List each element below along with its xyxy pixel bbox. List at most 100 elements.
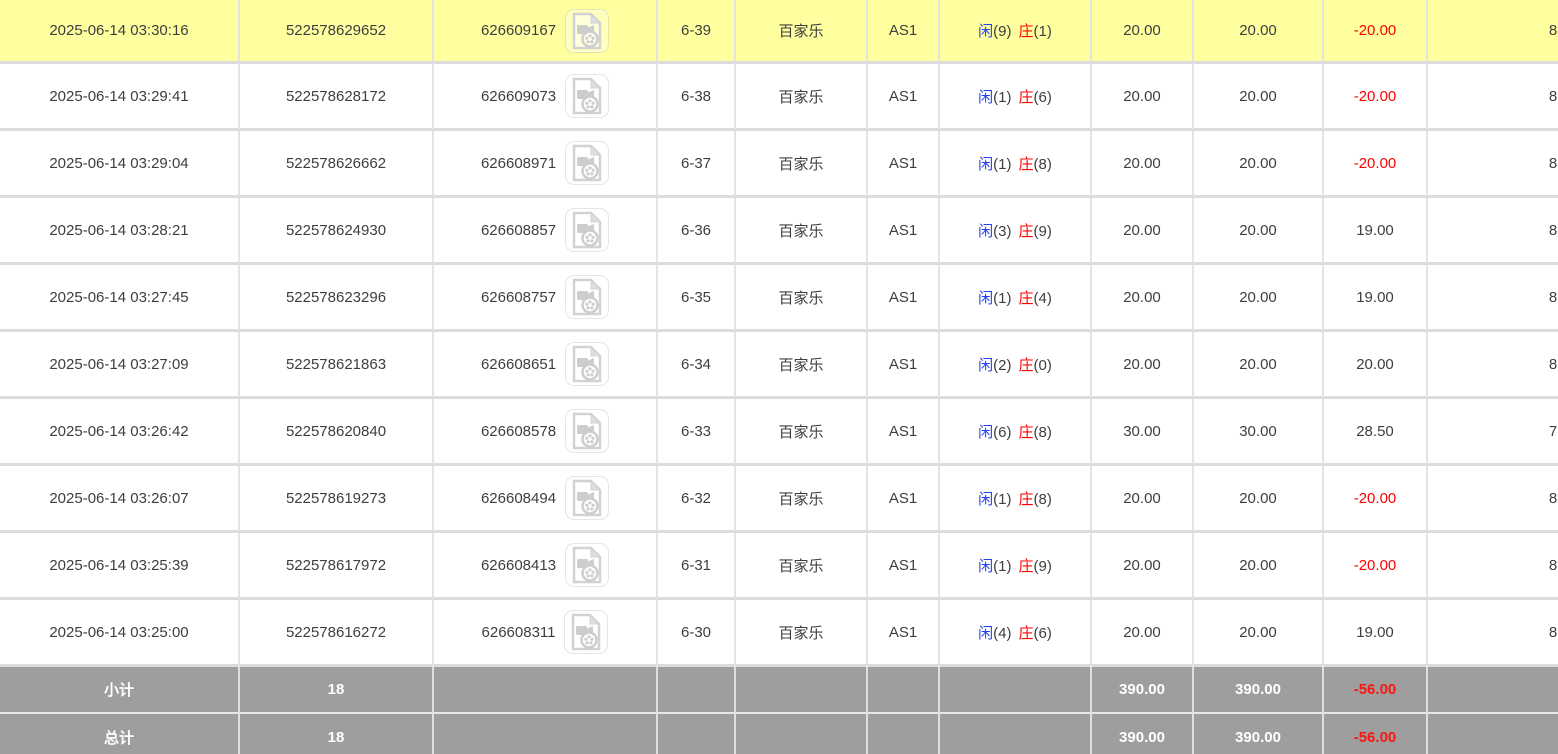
table-row[interactable]: 2025-06-14 03:26:07 522578619273 6266084… — [0, 466, 1558, 533]
bet-amount: 20.00 — [1092, 131, 1194, 198]
balance-partial: 8 — [1428, 466, 1558, 533]
game-type: 百家乐 — [736, 533, 868, 600]
bet-amount: 30.00 — [1092, 399, 1194, 466]
game-id: 626608413 — [481, 557, 556, 574]
win-loss: -20.00 — [1324, 0, 1428, 64]
valid-amount: 20.00 — [1194, 332, 1324, 399]
summary-empty-cell — [868, 714, 940, 754]
game-result: 闲(1)庄(9) — [940, 533, 1092, 600]
table-row[interactable]: 2025-06-14 03:27:09 522578621863 6266086… — [0, 332, 1558, 399]
bet-amount: 20.00 — [1092, 0, 1194, 64]
summary-bet-count: 18 — [240, 714, 434, 754]
win-loss: -20.00 — [1324, 533, 1428, 600]
game-id-cell: 626609167 — [434, 0, 658, 64]
valid-amount: 20.00 — [1194, 466, 1324, 533]
video-replay-button[interactable] — [564, 610, 608, 654]
bet-time: 2025-06-14 03:29:04 — [0, 131, 240, 198]
win-loss: 28.50 — [1324, 399, 1428, 466]
round-number: 6-31 — [658, 533, 736, 600]
table-row[interactable]: 2025-06-14 03:27:45 522578623296 6266087… — [0, 265, 1558, 332]
video-replay-button[interactable] — [565, 342, 609, 386]
bet-time: 2025-06-14 03:30:16 — [0, 0, 240, 64]
video-replay-button[interactable] — [565, 275, 609, 319]
banker-score: (0) — [1034, 357, 1052, 374]
table-row[interactable]: 2025-06-14 03:29:04 522578626662 6266089… — [0, 131, 1558, 198]
game-id-cell: 626608757 — [434, 265, 658, 332]
video-file-icon — [570, 412, 604, 450]
table-row[interactable]: 2025-06-14 03:25:39 522578617972 6266084… — [0, 533, 1558, 600]
game-result: 闲(2)庄(0) — [940, 332, 1092, 399]
table-row[interactable]: 2025-06-14 03:25:00 522578616272 6266083… — [0, 600, 1558, 667]
round-number: 6-36 — [658, 198, 736, 265]
video-replay-button[interactable] — [565, 543, 609, 587]
bet-history-table: 2025-06-14 03:30:16 522578629652 6266091… — [0, 0, 1558, 754]
game-type: 百家乐 — [736, 131, 868, 198]
video-file-icon — [570, 77, 604, 115]
summary-label: 小计 — [0, 667, 240, 714]
player-label: 闲 — [978, 156, 993, 173]
video-replay-button[interactable] — [565, 208, 609, 252]
summary-bet-count: 18 — [240, 667, 434, 714]
bet-amount: 20.00 — [1092, 600, 1194, 667]
game-id-cell: 626608413 — [434, 533, 658, 600]
bet-id: 522578629652 — [240, 0, 434, 64]
player-label: 闲 — [978, 357, 993, 374]
banker-label: 庄 — [1019, 23, 1034, 40]
table-code: AS1 — [868, 265, 940, 332]
banker-label: 庄 — [1019, 223, 1034, 240]
player-label: 闲 — [978, 23, 993, 40]
game-id-cell: 626608971 — [434, 131, 658, 198]
bet-id: 522578628172 — [240, 64, 434, 131]
player-score: (1) — [993, 558, 1011, 575]
balance-partial: 8 — [1428, 600, 1558, 667]
summary-win-loss: -56.00 — [1324, 667, 1428, 714]
win-loss: 20.00 — [1324, 332, 1428, 399]
round-number: 6-32 — [658, 466, 736, 533]
player-label: 闲 — [978, 625, 993, 642]
bet-id: 522578623296 — [240, 265, 434, 332]
video-replay-button[interactable] — [565, 409, 609, 453]
balance-partial: 8 — [1428, 533, 1558, 600]
video-replay-button[interactable] — [565, 9, 609, 53]
game-id: 626608971 — [481, 155, 556, 172]
game-result: 闲(9)庄(1) — [940, 0, 1092, 64]
game-id: 626608651 — [481, 356, 556, 373]
game-result: 闲(1)庄(6) — [940, 64, 1092, 131]
game-type: 百家乐 — [736, 332, 868, 399]
game-type: 百家乐 — [736, 466, 868, 533]
bet-id: 522578626662 — [240, 131, 434, 198]
subtotal-row: 小计 18 390.00 390.00 -56.00 — [0, 667, 1558, 714]
player-label: 闲 — [978, 558, 993, 575]
round-number: 6-33 — [658, 399, 736, 466]
table-row[interactable]: 2025-06-14 03:28:21 522578624930 6266088… — [0, 198, 1558, 265]
valid-amount: 20.00 — [1194, 198, 1324, 265]
player-score: (9) — [993, 23, 1011, 40]
valid-amount: 20.00 — [1194, 533, 1324, 600]
game-id-cell: 626608494 — [434, 466, 658, 533]
table-row[interactable]: 2025-06-14 03:30:16 522578629652 6266091… — [0, 0, 1558, 64]
game-id-cell: 626608578 — [434, 399, 658, 466]
game-type: 百家乐 — [736, 0, 868, 64]
player-label: 闲 — [978, 290, 993, 307]
video-replay-button[interactable] — [565, 476, 609, 520]
summary-empty-cell — [658, 667, 736, 714]
bet-amount: 20.00 — [1092, 265, 1194, 332]
win-loss: 19.00 — [1324, 198, 1428, 265]
table-row[interactable]: 2025-06-14 03:26:42 522578620840 6266085… — [0, 399, 1558, 466]
game-id: 626608494 — [481, 490, 556, 507]
player-score: (2) — [993, 357, 1011, 374]
balance-partial: 8 — [1428, 0, 1558, 64]
video-replay-button[interactable] — [565, 74, 609, 118]
game-id: 626609167 — [481, 22, 556, 39]
player-score: (1) — [993, 290, 1011, 307]
banker-label: 庄 — [1019, 558, 1034, 575]
table-row[interactable]: 2025-06-14 03:29:41 522578628172 6266090… — [0, 64, 1558, 131]
round-number: 6-37 — [658, 131, 736, 198]
round-number: 6-38 — [658, 64, 736, 131]
bet-id: 522578616272 — [240, 600, 434, 667]
bet-id: 522578617972 — [240, 533, 434, 600]
valid-amount: 30.00 — [1194, 399, 1324, 466]
player-score: (4) — [993, 625, 1011, 642]
video-replay-button[interactable] — [565, 141, 609, 185]
summary-empty-cell — [736, 667, 868, 714]
